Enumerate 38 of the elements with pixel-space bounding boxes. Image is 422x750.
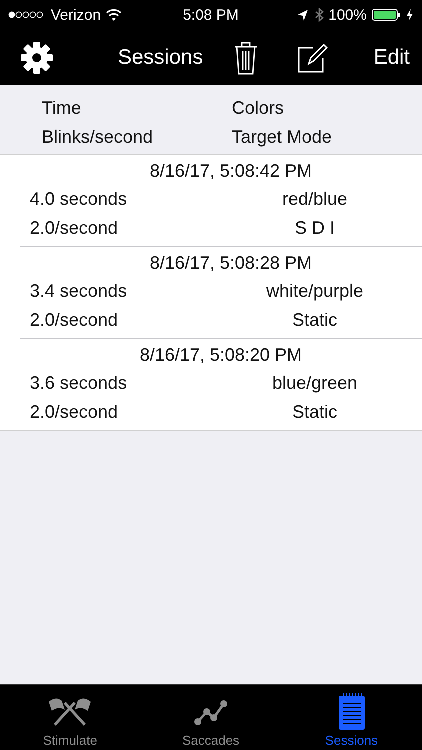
session-duration: 3.4 seconds — [29, 281, 128, 302]
tab-button[interactable]: Saccades — [140, 685, 282, 750]
battery-icon — [372, 9, 401, 21]
session-duration: 3.6 seconds — [29, 373, 128, 394]
settings-icon[interactable] — [20, 40, 54, 74]
session-mode: Static — [291, 402, 339, 423]
location-arrow-icon — [296, 8, 309, 22]
charging-icon — [406, 9, 414, 21]
session-mode: Static — [291, 310, 339, 331]
bluetooth-icon — [314, 8, 324, 22]
signal-icon — [8, 10, 46, 20]
compose-icon[interactable] — [297, 42, 330, 74]
column-heading: Colors — [232, 98, 286, 119]
session-rate: 2.0/second — [29, 310, 120, 331]
notepad-icon — [338, 693, 366, 731]
session-date: 8/16/17, 5:08:28 PM — [148, 252, 314, 275]
carrier-name: Verizon — [51, 6, 102, 24]
edit-button[interactable]: Edit — [374, 46, 410, 70]
session-date: 8/16/17, 5:08:42 PM — [148, 160, 314, 183]
tab-button[interactable]: Sessions — [281, 685, 422, 750]
session-rate: 2.0/second — [29, 402, 120, 423]
column-heading: Blinks/second — [42, 127, 154, 148]
session-colors: white/purple — [265, 281, 365, 302]
column-heading: Target Mode — [232, 127, 334, 148]
tab-button[interactable]: Stimulate — [0, 685, 141, 750]
session-mode: S D I — [294, 218, 336, 239]
session-colors: blue/green — [271, 373, 359, 394]
session-date: 8/16/17, 5:08:20 PM — [138, 344, 304, 367]
battery-percentage: 100% — [328, 6, 367, 24]
session-colors: red/blue — [281, 189, 349, 210]
screen-title: Sessions — [118, 46, 204, 70]
wifi-icon — [106, 8, 122, 22]
line-graph-icon — [194, 698, 228, 726]
session-duration: 4.0 seconds — [29, 189, 128, 210]
status-time: 5:08 PM — [183, 6, 239, 24]
column-heading: Time — [42, 98, 82, 119]
trash-icon[interactable] — [233, 40, 260, 76]
session-rate: 2.0/second — [29, 218, 120, 239]
